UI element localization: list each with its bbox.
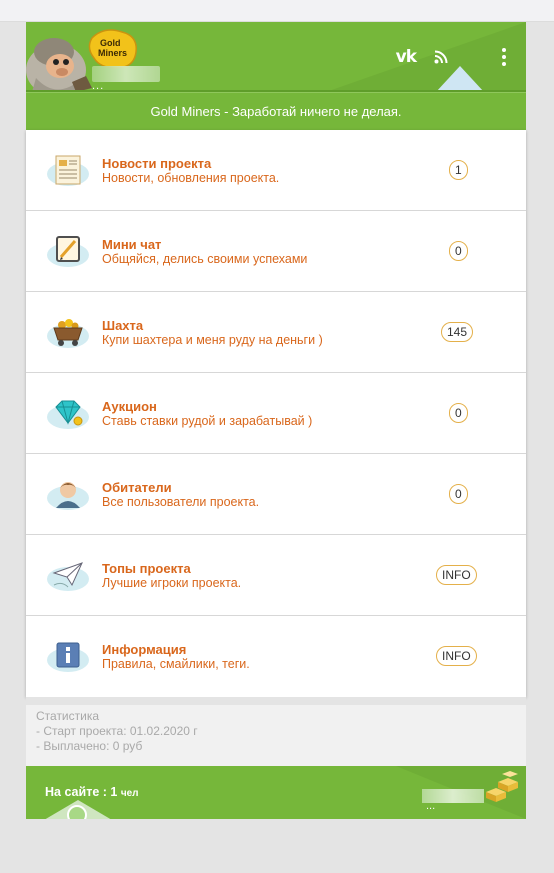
logo-text-gold: Gold — [100, 38, 121, 48]
online-count: 1 — [110, 785, 118, 799]
item-desc: Правила, смайлики, теги. — [102, 657, 250, 671]
item-desc: Лучшие игроки проекта. — [102, 576, 242, 590]
mine-cart-icon — [47, 319, 89, 348]
item-title[interactable]: Аукцион — [102, 399, 312, 414]
diamond-icon — [47, 400, 89, 429]
stats-start-date: - Старт проекта: 01.02.2020 г — [36, 724, 198, 738]
footer-user-masked: ... — [426, 800, 436, 812]
list-item-mine[interactable]: Шахта Купи шахтера и меня руду на деньги… — [26, 292, 526, 373]
info-badge[interactable]: INFO — [436, 565, 477, 585]
gold-bars-icon — [486, 771, 518, 802]
info-badge[interactable]: INFO — [436, 646, 477, 666]
stats-paid: - Выплачено: 0 руб — [36, 739, 143, 753]
kebab-menu-icon[interactable] — [502, 48, 506, 66]
item-desc: Все пользователи проекта. — [102, 495, 260, 509]
stats-title: Статистика — [36, 709, 100, 723]
list-item-chat[interactable]: Мини чат Общяйся, делись своими успехами… — [26, 211, 526, 292]
logo-text-miners: Miners — [98, 48, 127, 58]
count-badge: 0 — [449, 403, 468, 423]
item-desc: Ставь ставки рудой и зарабатывай ) — [102, 414, 313, 428]
newspaper-icon — [47, 155, 89, 186]
user-avatar-icon — [47, 482, 89, 510]
browser-top-strip — [0, 0, 554, 22]
site-subtitle: Gold Miners - Заработай ничего не делая. — [26, 92, 526, 130]
site-header: Gold Miners ... vk — [26, 22, 526, 92]
site-footer: На сайте : 1 чел ... — [26, 766, 526, 819]
count-badge: 0 — [449, 484, 468, 504]
online-label: На сайте : — [45, 785, 111, 799]
item-title[interactable]: Шахта — [102, 318, 323, 333]
scroll-top-icon[interactable] — [67, 805, 87, 819]
item-desc: Купи шахтера и меня руду на деньги ) — [102, 333, 323, 347]
item-title[interactable]: Обитатели — [102, 480, 259, 495]
count-badge: 145 — [441, 322, 474, 342]
item-title[interactable]: Мини чат — [102, 237, 307, 252]
online-unit: чел — [120, 788, 139, 799]
section-list: Новости проекта Новости, обновления прое… — [26, 130, 526, 697]
item-title[interactable]: Новости проекта — [102, 156, 279, 171]
list-item-info[interactable]: Информация Правила, смайлики, теги. INFO — [26, 616, 526, 697]
stats-panel: Статистика - Старт проекта: 01.02.2020 г… — [26, 697, 526, 766]
username-masked: ... — [92, 80, 105, 92]
item-title[interactable]: Топы проекта — [102, 561, 241, 576]
item-title[interactable]: Информация — [102, 642, 250, 657]
list-item-news[interactable]: Новости проекта Новости, обновления прое… — [26, 130, 526, 211]
vk-icon[interactable]: vk — [396, 47, 417, 67]
list-item-users[interactable]: Обитатели Все пользователи проекта. 0 — [26, 454, 526, 535]
item-desc: Общяйся, делись своими успехами — [102, 252, 308, 266]
page-container: Gold Miners ... vk Gold Miners - Заработ… — [26, 22, 526, 819]
count-badge: 1 — [449, 160, 468, 180]
item-desc: Новости, обновления проекта. — [102, 171, 280, 185]
paper-plane-icon — [47, 562, 89, 591]
rss-icon[interactable] — [434, 50, 448, 64]
info-icon — [47, 642, 89, 672]
list-item-tops[interactable]: Топы проекта Лучшие игроки проекта. INFO — [26, 535, 526, 616]
count-badge: 0 — [449, 241, 468, 261]
online-counter[interactable]: На сайте : 1 чел — [45, 785, 139, 799]
chat-pencil-icon — [47, 236, 89, 267]
header-icons: vk — [396, 22, 506, 90]
list-item-auction[interactable]: Аукцион Ставь ставки рудой и зарабатывай… — [26, 373, 526, 454]
